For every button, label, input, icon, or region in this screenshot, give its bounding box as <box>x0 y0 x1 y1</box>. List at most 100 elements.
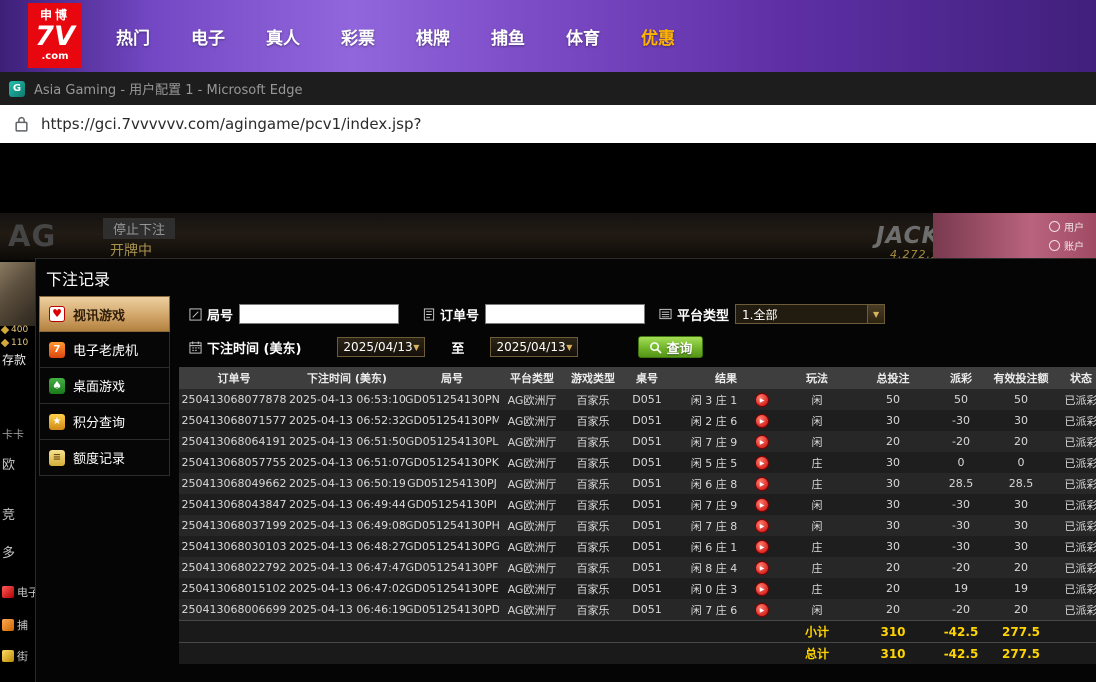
cell: AG欧洲厅 <box>507 561 557 575</box>
replay-button[interactable]: ▶ <box>755 560 769 575</box>
strip-item[interactable]: 存款 <box>2 351 26 368</box>
strip-item[interactable]: 多 <box>2 542 15 561</box>
replay-button[interactable]: ▶ <box>755 497 769 512</box>
nav-item[interactable]: 捕鱼 <box>491 24 525 49</box>
site-logo[interactable]: 申博 7V .com <box>28 3 82 68</box>
strip-item[interactable]: 400 <box>0 325 28 335</box>
cell: GD051254130PI <box>407 498 497 511</box>
user-avatar[interactable] <box>0 262 35 326</box>
replay-button[interactable]: ▶ <box>755 518 769 533</box>
cell: 百家乐 <box>576 456 610 470</box>
cell: 250413068064191 <box>181 435 287 448</box>
cell: D051 <box>632 603 662 616</box>
strip-item[interactable]: 街 <box>2 648 28 664</box>
cell: 30 <box>886 519 900 532</box>
cell: 闲 <box>811 414 823 428</box>
replay-button[interactable]: ▶ <box>755 539 769 554</box>
replay-button[interactable]: ▶ <box>755 413 769 428</box>
sum-valid-bet: 277.5 <box>1002 646 1040 661</box>
cell: 250413068057755 <box>181 456 287 469</box>
menu-item-video-games[interactable]: ♥ 视讯游戏 <box>39 296 170 332</box>
order-input[interactable] <box>485 304 646 324</box>
cell: 50 <box>1014 393 1028 406</box>
strip-item[interactable]: 捕 <box>2 617 28 633</box>
chevron-down-icon: ▼ <box>867 305 885 323</box>
cell: 闲 7 庄 9 ▶ <box>673 497 779 513</box>
search-button[interactable]: 查询 <box>638 336 704 358</box>
nav-item[interactable]: 真人 <box>266 24 300 49</box>
user-link[interactable]: 用户 <box>1049 219 1084 234</box>
platform-type-label: 平台类型 <box>659 305 729 324</box>
result-text: 闲 6 庄 8 <box>690 477 738 491</box>
cell: 30 <box>886 540 900 553</box>
nav-item[interactable]: 彩票 <box>341 24 375 49</box>
cell: AG欧洲厅 <box>507 393 557 407</box>
cell: D051 <box>632 435 662 448</box>
cell: 20 <box>886 561 900 574</box>
cell: 百家乐 <box>576 435 610 449</box>
cell: 250413068022792 <box>181 561 287 574</box>
nav-item[interactable]: 棋牌 <box>416 24 450 49</box>
cell: 20 <box>1014 603 1028 616</box>
cell: 闲 6 庄 8 ▶ <box>673 476 779 492</box>
platform-type-select[interactable]: 1.全部 ▼ <box>735 304 886 324</box>
replay-button[interactable]: ▶ <box>755 602 769 617</box>
strip-item[interactable]: 欧 <box>2 454 15 473</box>
cell: D051 <box>632 519 662 532</box>
cell: 250413068071577 <box>181 414 287 427</box>
cell: 30 <box>886 498 900 511</box>
cell: -30 <box>952 414 970 427</box>
strip-item[interactable]: 竞 <box>2 504 15 523</box>
menu-item-label: 电子老虎机 <box>73 344 139 359</box>
strip-item[interactable]: 电子 <box>2 584 39 600</box>
sum-total-bet: 310 <box>880 624 906 639</box>
cell: AG欧洲厅 <box>507 498 557 512</box>
table-header-row: 订单号 下注时间 (美东) 局号 平台类型 游戏类型 桌号 结果 玩法 总投注 派彩 有效投注额 状态 <box>179 367 1096 389</box>
replay-button[interactable]: ▶ <box>755 434 769 449</box>
cell: 已派彩 <box>1064 393 1096 407</box>
strip-label: 竞 <box>2 508 16 523</box>
stop-betting-label: 停止下注 <box>103 218 176 239</box>
top-nav: 申博 7V .com 热门 电子 真人 彩票 棋牌 捕鱼 体育 优惠 <box>0 0 1096 72</box>
cell: 闲 <box>811 519 823 533</box>
replay-button[interactable]: ▶ <box>755 476 769 491</box>
cell: 250413068049662 <box>181 477 287 490</box>
date-from-select[interactable]: 2025/04/13 ▼ <box>337 337 426 357</box>
cell: 250413068030103 <box>181 540 287 553</box>
browser-url-bar[interactable]: https://gci.7vvvvvv.com/agingame/pcv1/in… <box>0 105 1096 143</box>
cell: 闲 2 庄 6 ▶ <box>673 413 779 429</box>
date-to-select[interactable]: 2025/04/13 ▼ <box>490 337 579 357</box>
url-text[interactable]: https://gci.7vvvvvv.com/agingame/pcv1/in… <box>41 115 421 133</box>
menu-item-points-inquiry[interactable]: ★ 积分查询 <box>39 404 170 440</box>
account-link[interactable]: 账户 <box>1049 238 1084 253</box>
column-header: 局号 <box>441 372 463 385</box>
nav-item[interactable]: 电子 <box>191 24 225 49</box>
menu-item-credit-records[interactable]: ≡ 额度记录 <box>39 440 170 476</box>
cell: 已派彩 <box>1064 519 1096 533</box>
menu-item-table-games[interactable]: ♠ 桌面游戏 <box>39 368 170 404</box>
nav-item[interactable]: 优惠 <box>641 24 675 49</box>
filter-row-1: 局号 订单号 平台类型 1.全部 ▼ <box>189 304 1096 324</box>
site-favicon-icon: G <box>9 80 25 97</box>
strip-label: 捕 <box>17 619 28 632</box>
panel-title: 下注记录 <box>46 270 111 289</box>
cell: GD051254130PJ <box>407 477 497 490</box>
credit-icon: ≡ <box>49 449 65 466</box>
menu-item-slot-machines[interactable]: 7 电子老虎机 <box>39 332 170 368</box>
platform-type-value: 1.全部 <box>742 307 778 322</box>
round-input[interactable] <box>239 304 400 324</box>
cell: 闲 <box>811 498 823 512</box>
strip-item[interactable]: 卡卡 <box>2 426 24 442</box>
strip-label: 卡卡 <box>2 428 24 441</box>
strip-item[interactable]: 110 <box>0 338 28 348</box>
replay-button[interactable]: ▶ <box>755 581 769 596</box>
replay-button[interactable]: ▶ <box>755 392 769 407</box>
nav-item[interactable]: 体育 <box>566 24 600 49</box>
points-icon: ★ <box>49 413 65 430</box>
cell: AG欧洲厅 <box>507 582 557 596</box>
nav-item[interactable]: 热门 <box>116 24 150 49</box>
game-area: AG 停止下注 开牌中 JACKPOT 4,272,152.16 用户 账户 4… <box>0 143 1096 682</box>
cell: 百家乐 <box>576 477 610 491</box>
magnifier-icon <box>650 341 663 354</box>
replay-button[interactable]: ▶ <box>755 455 769 470</box>
